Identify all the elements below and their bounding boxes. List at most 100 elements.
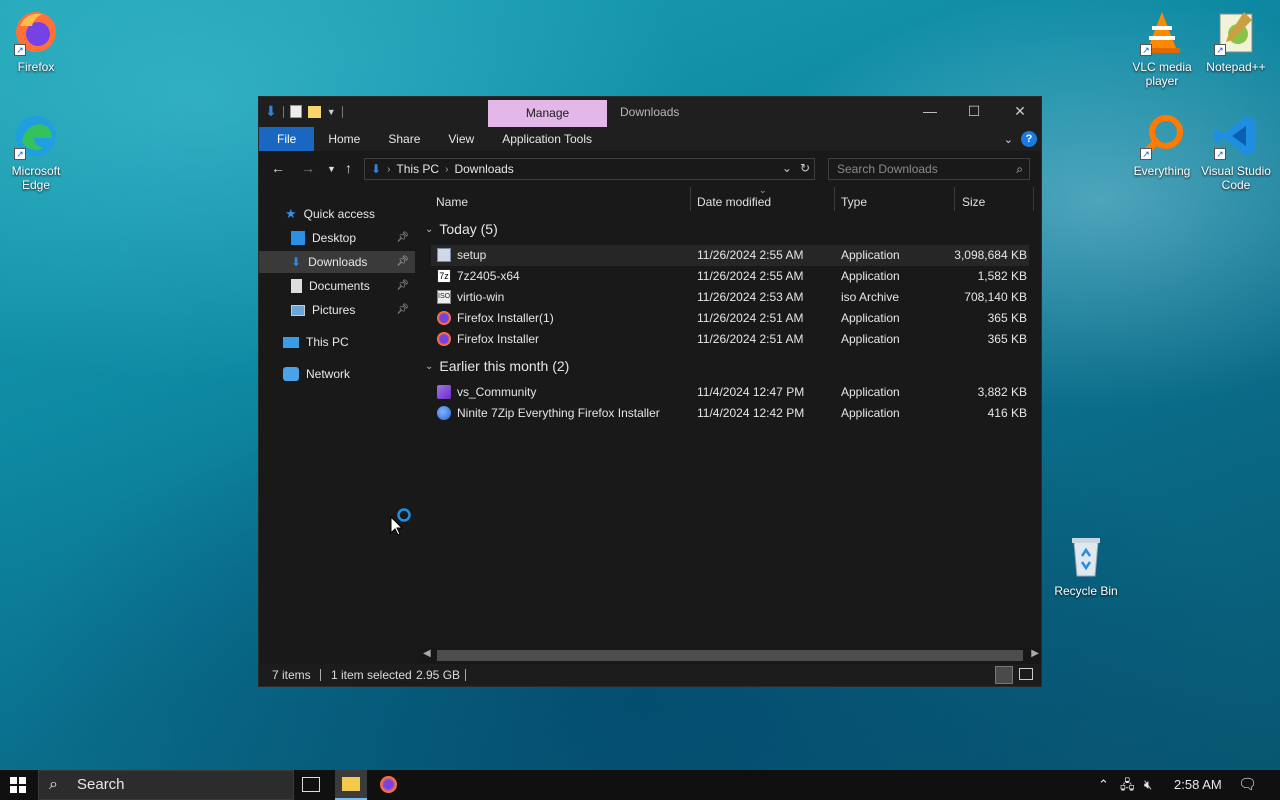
new-folder-icon[interactable] <box>307 105 321 118</box>
desktop-icon-edge[interactable]: ↗ Microsoft Edge <box>0 112 74 192</box>
desktop-icon-label: Microsoft Edge <box>11 164 61 192</box>
nav-network[interactable]: Network <box>283 363 350 385</box>
nav-documents[interactable]: Documents 📌︎ <box>291 275 415 297</box>
pin-icon: 📌︎ <box>396 280 409 291</box>
column-date-modified[interactable]: Date modified <box>697 195 771 209</box>
desktop-icon-recycle-bin[interactable]: Recycle Bin <box>1048 532 1124 598</box>
column-size[interactable]: Size <box>962 195 985 209</box>
forward-arrow-icon[interactable]: → <box>301 160 315 176</box>
details-view-icon[interactable] <box>995 666 1013 684</box>
desktop-icon-label: Everything <box>1133 164 1191 178</box>
taskbar-clock[interactable]: 2:58 AM <box>1174 770 1222 800</box>
table-row[interactable]: setup 11/26/2024 2:55 AM Application 3,0… <box>431 245 1029 266</box>
group-header-today[interactable]: ⌄ Today (5) <box>425 221 498 237</box>
vlc-cone-icon: ↗ <box>1138 8 1186 56</box>
minimize-button[interactable]: — <box>907 97 953 127</box>
tab-home[interactable]: Home <box>314 127 374 151</box>
table-row[interactable]: vs_Community 11/4/2024 12:47 PM Applicat… <box>431 382 1029 403</box>
horizontal-scrollbar[interactable]: ◀ ▶ <box>419 647 1041 664</box>
search-icon: ⌕ <box>49 776 58 793</box>
quick-access-toolbar: ⬇ ▼ <box>265 103 343 120</box>
scroll-right-arrow-icon[interactable]: ▶ <box>1031 648 1039 659</box>
network-status-icon[interactable]: 🖧︎ <box>1120 770 1135 800</box>
column-name[interactable]: Name <box>436 195 468 209</box>
navigation-pane: ★ Quick access Desktop 📌︎ ⬇ Downloads 📌︎… <box>259 187 417 665</box>
desktop-icon-notepadpp[interactable]: ↗ Notepad++ <box>1198 8 1274 74</box>
tab-manage[interactable]: Manage <box>488 100 607 127</box>
selection-size: 2.95 GB <box>416 668 461 682</box>
task-view-icon[interactable] <box>302 777 320 792</box>
tab-application-tools[interactable]: Application Tools <box>488 127 606 151</box>
expand-ribbon-chevron-icon[interactable]: ⌄ <box>1004 133 1013 146</box>
show-hidden-icons-chevron-icon[interactable]: ⌃ <box>1098 770 1109 800</box>
scrollbar-thumb[interactable] <box>437 650 1023 661</box>
column-type[interactable]: Type <box>841 195 867 209</box>
nav-pictures[interactable]: Pictures 📌︎ <box>291 299 415 321</box>
properties-icon[interactable] <box>289 105 302 118</box>
installer-icon <box>437 248 451 262</box>
group-header-earlier-this-month[interactable]: ⌄ Earlier this month (2) <box>425 358 569 374</box>
firefox-icon <box>380 776 397 793</box>
volume-muted-icon[interactable]: 🔇︎ <box>1144 770 1152 800</box>
large-icons-view-icon[interactable] <box>1019 668 1033 680</box>
nav-label: Documents <box>309 279 370 293</box>
chevron-down-icon: ⌄ <box>425 360 434 372</box>
taskbar-firefox[interactable] <box>372 770 404 800</box>
desktop-icon-label: Notepad++ <box>1206 60 1266 74</box>
search-input[interactable]: Search Downloads ⌕ <box>828 158 1030 180</box>
nav-label: Desktop <box>312 231 357 245</box>
up-arrow-icon[interactable]: ↑ <box>345 160 352 176</box>
start-button[interactable] <box>0 770 36 800</box>
address-bar[interactable]: ⬇ › This PC › Downloads ⌄ ↻ <box>364 158 815 180</box>
chevron-down-icon[interactable]: ▼ <box>327 107 336 117</box>
refresh-icon[interactable]: ↻ <box>800 161 810 175</box>
document-icon <box>291 279 302 293</box>
network-icon <box>283 367 299 381</box>
table-row[interactable]: Firefox Installer 11/26/2024 2:51 AM App… <box>431 329 1029 350</box>
desktop-icon <box>291 231 305 245</box>
table-row[interactable]: ISO virtio-win 11/26/2024 2:53 AM iso Ar… <box>431 287 1029 308</box>
nav-label: Pictures <box>312 303 356 317</box>
table-row[interactable]: Ninite 7Zip Everything Firefox Installer… <box>431 403 1029 424</box>
breadcrumb-downloads[interactable]: Downloads <box>454 162 513 176</box>
tab-share[interactable]: Share <box>374 127 434 151</box>
title-bar[interactable]: ⬇ ▼ Manage Downloads — ☐ ✕ <box>259 97 1041 127</box>
busy-cursor-icon <box>390 507 414 538</box>
tab-file[interactable]: File <box>259 127 315 151</box>
breadcrumb-this-pc[interactable]: This PC <box>396 162 439 176</box>
scroll-left-arrow-icon[interactable]: ◀ <box>423 648 431 659</box>
table-row[interactable]: Firefox Installer(1) 11/26/2024 2:51 AM … <box>431 308 1029 329</box>
desktop-icon-vlc[interactable]: ↗ VLC media player <box>1124 8 1200 88</box>
computer-icon <box>283 336 299 348</box>
nav-this-pc[interactable]: This PC <box>283 331 349 353</box>
nav-quick-access[interactable]: ★ Quick access <box>285 203 375 225</box>
file-explorer-window: ⬇ ▼ Manage Downloads — ☐ ✕ File Home Sha… <box>258 96 1042 687</box>
7zip-icon: 7z <box>437 269 451 283</box>
close-button[interactable]: ✕ <box>997 97 1043 127</box>
desktop-icon-firefox[interactable]: ↗ Firefox <box>0 8 74 74</box>
pin-icon: 📌︎ <box>396 256 409 267</box>
selection-count: 1 item selected <box>331 668 412 682</box>
tab-view[interactable]: View <box>434 127 488 151</box>
recent-locations-chevron-icon[interactable]: ▼ <box>327 164 336 174</box>
windows-logo-icon <box>10 777 26 793</box>
file-list: Name ⌄ Date modified Type Size ⌄ Today (… <box>419 185 1041 665</box>
desktop-icon-everything[interactable]: ↗ Everything <box>1124 112 1200 178</box>
downloads-folder-icon: ⬇ <box>371 162 382 176</box>
maximize-button[interactable]: ☐ <box>951 97 997 127</box>
back-arrow-icon[interactable]: ← <box>271 160 285 176</box>
ribbon-tabs: File Home Share View Application Tools ⌄… <box>259 127 1041 151</box>
taskbar-search-box[interactable]: ⌕ Search <box>38 770 294 800</box>
iso-archive-icon: ISO <box>437 290 451 304</box>
action-center-icon[interactable]: 🗨︎ <box>1238 770 1257 800</box>
nav-desktop[interactable]: Desktop 📌︎ <box>291 227 415 249</box>
group-label: Today (5) <box>439 221 498 237</box>
desktop-icon-vscode[interactable]: ↗ Visual Studio Code <box>1198 112 1274 192</box>
nav-downloads[interactable]: ⬇ Downloads 📌︎ <box>259 251 415 273</box>
address-history-chevron-icon[interactable]: ⌄ <box>782 161 792 175</box>
firefox-installer-icon <box>437 311 451 325</box>
downloads-icon: ⬇ <box>291 255 302 269</box>
help-icon[interactable]: ? <box>1021 131 1037 147</box>
taskbar-file-explorer[interactable] <box>335 770 367 800</box>
table-row[interactable]: 7z 7z2405-x64 11/26/2024 2:55 AM Applica… <box>431 266 1029 287</box>
